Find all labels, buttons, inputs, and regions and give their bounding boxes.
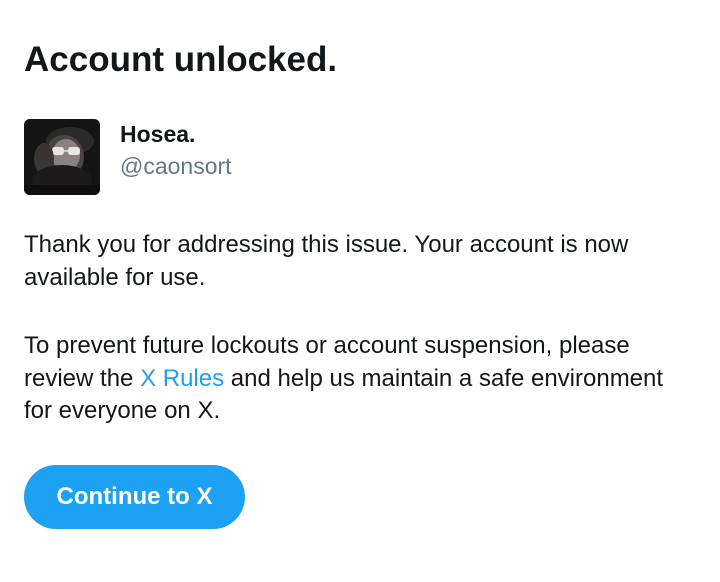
profile-handle: @caonsort	[120, 153, 232, 179]
continue-button[interactable]: Continue to X	[24, 465, 245, 529]
unlock-confirmation-text: Thank you for addressing this issue. You…	[24, 231, 629, 291]
avatar-photo-icon	[24, 119, 100, 195]
rules-reminder-text: To prevent future lockouts or account su…	[24, 330, 696, 428]
profile-display-name: Hosea.	[120, 121, 196, 147]
page-title: Account unlocked.	[24, 40, 338, 79]
x-rules-link[interactable]: X Rules	[140, 365, 224, 392]
avatar	[24, 119, 100, 195]
profile-card: Hosea. @caonsort	[24, 119, 424, 195]
